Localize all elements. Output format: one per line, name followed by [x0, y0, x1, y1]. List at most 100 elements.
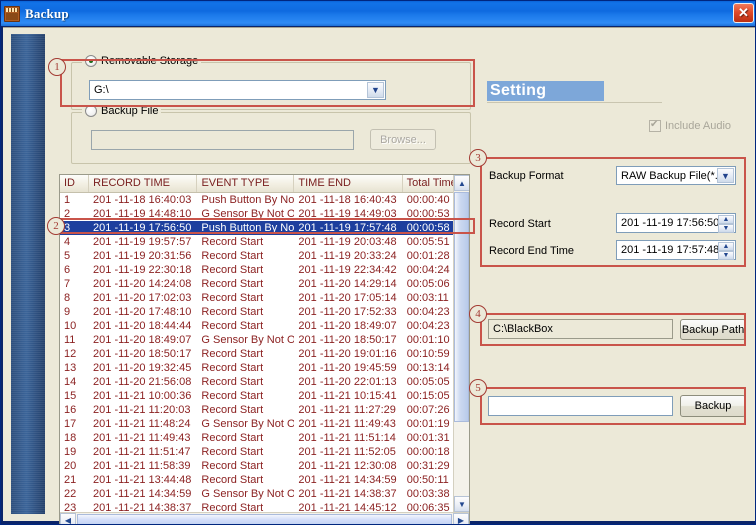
cell-id: 20 [64, 460, 77, 472]
event-list-body[interactable]: 1 201 -11-18 16:40:03 Push Button By Not .… [60, 193, 469, 514]
cell-time-end: 201 -11-21 11:49:43 [298, 418, 396, 430]
backup-format-select[interactable]: RAW Backup File(*.sd) ▼ [616, 166, 736, 185]
chevron-down-icon[interactable]: ▼ [718, 224, 734, 233]
event-list-horizontal-scrollbar[interactable]: ◀ ▶ [60, 512, 469, 524]
cell-event: Record Start [201, 404, 264, 416]
cell-id: 12 [64, 348, 77, 360]
table-row[interactable]: 10 201 -11-20 18:44:44 Record Start 201 -11… [60, 319, 469, 333]
drive-select-value: G:\ [94, 84, 109, 96]
cell-time-end: 201 -11-19 14:49:03 [298, 208, 397, 220]
backup-button[interactable]: Backup [680, 395, 746, 417]
cell-id: 17 [64, 418, 77, 430]
vertical-scroll-thumb[interactable] [454, 192, 469, 422]
scroll-down-icon[interactable]: ▼ [454, 496, 469, 512]
cell-event: Record Start [201, 250, 264, 262]
cell-time-end: 201 -11-20 19:01:16 [298, 348, 397, 360]
table-row[interactable]: 5 201 -11-19 20:31:56 Record Start 201 -11-… [60, 249, 469, 263]
table-row[interactable]: 7 201 -11-20 14:24:08 Record Start 201 -11-… [60, 277, 469, 291]
table-row[interactable]: 14 201 -11-20 21:56:08 Record Start 201 -11… [60, 375, 469, 389]
cell-time-end: 201 -11-21 11:52:05 [298, 446, 396, 458]
scroll-left-icon[interactable]: ◀ [60, 512, 76, 524]
table-row[interactable]: 20 201 -11-21 11:58:39 Record Start 201 -11… [60, 459, 469, 473]
event-list-header: ID RECORD TIME EVENT TYPE TIME END Total… [60, 175, 469, 193]
chevron-down-icon[interactable]: ▼ [717, 168, 734, 183]
cell-record-time: 201 -11-21 13:44:48 [93, 474, 192, 486]
removable-storage-radio[interactable] [85, 55, 97, 67]
chevron-down-icon[interactable]: ▼ [718, 251, 734, 260]
backup-file-radio[interactable] [85, 105, 97, 117]
cell-id: 14 [64, 376, 77, 388]
chevron-up-icon[interactable]: ▲ [718, 215, 734, 224]
cell-event: Record Start [201, 236, 264, 248]
chevron-down-icon[interactable]: ▼ [367, 82, 384, 98]
cell-record-time: 201 -11-20 21:56:08 [93, 376, 192, 388]
cell-event: Record Start [201, 376, 264, 388]
record-end-stepper[interactable]: ▲ ▼ [718, 242, 734, 260]
removable-storage-legend[interactable]: Removable Storage [82, 55, 202, 67]
include-audio-checkbox[interactable] [649, 119, 661, 132]
cell-time-end: 201 -11-19 22:34:42 [298, 264, 397, 276]
table-row[interactable]: 22 201 -11-21 14:34:59 G Sensor By Not Ov.… [60, 487, 469, 501]
table-row[interactable]: 17 201 -11-21 11:48:24 G Sensor By Not Ov.… [60, 417, 469, 431]
scroll-up-icon[interactable]: ▲ [454, 175, 469, 191]
cell-event: Record Start [201, 306, 264, 318]
horizontal-scroll-thumb[interactable] [77, 513, 452, 524]
cell-event: G Sensor By Not Ov... [201, 418, 294, 430]
column-header-event-type[interactable]: EVENT TYPE [197, 175, 295, 192]
include-audio-label: Include Audio [665, 120, 732, 132]
table-row[interactable]: 19 201 -11-21 11:51:47 Record Start 201 -11… [60, 445, 469, 459]
cell-record-time: 201 -11-19 20:31:56 [93, 250, 192, 262]
event-list-vertical-scrollbar[interactable]: ▲ ▼ [453, 175, 469, 512]
close-icon[interactable]: ✕ [733, 3, 754, 23]
backup-path-button[interactable]: Backup Path [680, 319, 746, 340]
table-row[interactable]: 2 201 -11-19 14:48:10 G Sensor By Not Ov..… [60, 207, 469, 221]
cell-time-end: 201 -11-19 20:03:48 [298, 236, 397, 248]
browse-button[interactable]: Browse... [370, 129, 436, 150]
backup-file-input[interactable] [91, 130, 354, 150]
column-header-id[interactable]: ID [60, 175, 90, 192]
chevron-up-icon[interactable]: ▲ [718, 242, 734, 251]
record-end-input[interactable]: 201 -11-19 17:57:48 ▲ ▼ [616, 240, 736, 260]
cell-time-end: 201 -11-20 17:05:14 [298, 292, 397, 304]
include-audio-row[interactable]: Include Audio [649, 119, 732, 132]
table-row[interactable]: 3201 -11-19 17:56:50Push Button By Not .… [60, 221, 469, 235]
backup-path-input[interactable]: C:\BlackBox [488, 319, 673, 339]
setting-underline [487, 102, 662, 103]
table-row[interactable]: 11 201 -11-20 18:49:07 G Sensor By Not Ov.… [60, 333, 469, 347]
cell-time-end: 201 -11-21 12:30:08 [298, 460, 397, 472]
backup-path-value: C:\BlackBox [493, 323, 553, 335]
scroll-right-icon[interactable]: ▶ [453, 512, 469, 524]
drive-select[interactable]: G:\ ▼ [89, 80, 386, 100]
column-header-record-time[interactable]: RECORD TIME [89, 175, 198, 192]
backup-progress-input[interactable] [488, 396, 673, 416]
table-row[interactable]: 12 201 -11-20 18:50:17 Record Start 201 -11… [60, 347, 469, 361]
table-row[interactable]: 21 201 -11-21 13:44:48 Record Start 201 -11… [60, 473, 469, 487]
cell-record-time: 201 -11-20 18:49:07 [93, 334, 192, 346]
setting-header: Setting [487, 81, 662, 103]
table-row[interactable]: 6 201 -11-19 22:30:18 Record Start 201 -11-… [60, 263, 469, 277]
table-row[interactable]: 8 201 -11-20 17:02:03 Record Start 201 -11-… [60, 291, 469, 305]
cell-id: 18 [64, 432, 77, 444]
cell-time-end: 201 -11-21 14:34:59 [298, 474, 397, 486]
table-row[interactable]: 4 201 -11-19 19:57:57 Record Start 201 -11-… [60, 235, 469, 249]
cell-id: 6 [64, 264, 71, 276]
table-row[interactable]: 15 201 -11-21 10:00:36 Record Start 201 -11… [60, 389, 469, 403]
backup-format-label: Backup Format [489, 170, 564, 182]
event-list[interactable]: ID RECORD TIME EVENT TYPE TIME END Total… [59, 174, 470, 524]
table-row[interactable]: 18 201 -11-21 11:49:43 Record Start 201 -11… [60, 431, 469, 445]
cell-record-time: 201 -11-18 16:40:03 [93, 194, 192, 206]
cell-time-end: 201 -11-21 14:38:37 [298, 488, 397, 500]
table-row[interactable]: 16 201 -11-21 11:20:03 Record Start 201 -11… [60, 403, 469, 417]
cell-event: G Sensor By Not Ov... [201, 334, 294, 346]
client-area: Removable Storage G:\ ▼ Backup File Brow… [3, 27, 755, 524]
record-start-stepper[interactable]: ▲ ▼ [718, 215, 734, 233]
cell-id: 7 [64, 278, 71, 290]
table-row[interactable]: 9 201 -11-20 17:48:10 Record Start 201 -11-… [60, 305, 469, 319]
table-row[interactable]: 13 201 -11-20 19:32:45 Record Start 201 -11… [60, 361, 469, 375]
column-header-time-end[interactable]: TIME END [294, 175, 403, 192]
cell-record-time: 201 -11-21 11:51:47 [93, 446, 191, 458]
record-start-input[interactable]: 201 -11-19 17:56:50 ▲ ▼ [616, 213, 736, 233]
backup-file-legend[interactable]: Backup File [82, 105, 162, 117]
decorative-side-bar [11, 34, 45, 514]
table-row[interactable]: 1 201 -11-18 16:40:03 Push Button By Not .… [60, 193, 469, 207]
